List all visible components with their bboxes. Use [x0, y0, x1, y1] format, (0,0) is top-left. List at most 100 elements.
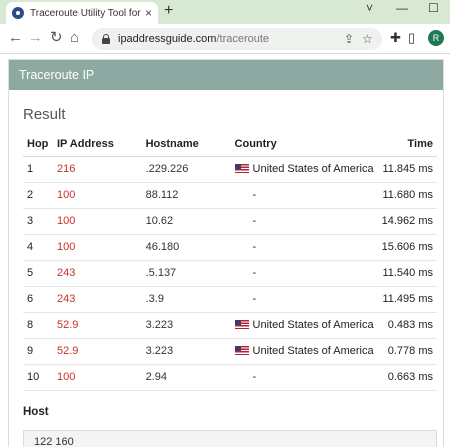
- ip-address-cell[interactable]: 52.9: [52, 338, 142, 365]
- country-label: -: [252, 189, 257, 201]
- country-cell: -: [230, 234, 378, 261]
- time-cell: 11.680 ms: [377, 182, 437, 209]
- hostname-cell: 3.223: [141, 312, 231, 339]
- country-label: United States of America: [252, 319, 374, 331]
- ip-address-cell[interactable]: 100: [52, 364, 142, 391]
- lock-icon[interactable]: [102, 34, 110, 44]
- home-icon[interactable]: ⌂: [70, 30, 79, 46]
- column-header-country: Country: [230, 132, 378, 157]
- tab-close-icon[interactable]: ×: [145, 7, 152, 19]
- table-header-row: Hop IP Address Hostname Country Time: [23, 132, 437, 157]
- country-cell: United States of America: [230, 156, 378, 183]
- country-cell: -: [230, 286, 378, 313]
- time-cell: 0.778 ms: [377, 338, 437, 365]
- hop-cell: 3: [23, 208, 53, 235]
- country-cell: -: [230, 208, 378, 235]
- tab-search-icon[interactable]: ˅: [366, 1, 373, 15]
- reload-icon[interactable]: ↻: [50, 30, 63, 46]
- us-flag-icon: [234, 320, 249, 329]
- host-field[interactable]: 122 160: [23, 430, 437, 447]
- table-row: 5 243.5.137 - 11.540 ms: [23, 260, 437, 287]
- time-cell: 14.962 ms: [377, 208, 437, 235]
- ip-address-cell[interactable]: 243: [52, 286, 142, 313]
- card-title: Traceroute IP: [9, 60, 443, 90]
- browser-tab[interactable]: Traceroute Utility Tool for IPv4 a ×: [6, 2, 158, 24]
- ip-address-cell[interactable]: 243: [52, 260, 142, 287]
- hop-cell: 10: [23, 364, 53, 391]
- country-label: -: [252, 215, 257, 227]
- hostname-cell: 10.62: [141, 208, 231, 235]
- bookmark-star-icon[interactable]: ☆: [362, 32, 373, 46]
- country-label: -: [252, 293, 257, 305]
- extensions-icon[interactable]: ✚: [390, 30, 401, 46]
- hop-cell: 6: [23, 286, 53, 313]
- country-cell: -: [230, 364, 378, 391]
- country-cell: United States of America: [230, 312, 378, 339]
- profile-avatar[interactable]: R: [428, 30, 444, 46]
- hostname-cell: .3.9: [141, 286, 231, 313]
- tab-strip: Traceroute Utility Tool for IPv4 a × + ˅…: [0, 0, 450, 24]
- country-cell: United States of America: [230, 338, 378, 365]
- us-flag-icon: [234, 346, 249, 355]
- table-row: 6 243.3.9 - 11.495 ms: [23, 286, 437, 313]
- time-cell: 0.483 ms: [377, 312, 437, 339]
- column-header-time: Time: [377, 132, 437, 157]
- browser-toolbar: ← → ↻ ⌂ ipaddressguide.com /traceroute ⇪…: [0, 24, 450, 54]
- country-cell: -: [230, 182, 378, 209]
- share-icon[interactable]: ⇪: [344, 32, 354, 46]
- country-label: United States of America: [252, 163, 374, 175]
- hop-cell: 8: [23, 312, 53, 339]
- page-content: Traceroute IP Result Hop IP Address Host…: [0, 55, 450, 447]
- ip-address-cell[interactable]: 216: [52, 156, 142, 183]
- table-row: 3 100 10.62 - 14.962 ms: [23, 208, 437, 235]
- table-row: 2 100 88.112 - 11.680 ms: [23, 182, 437, 209]
- side-panel-icon[interactable]: ▯: [408, 30, 415, 46]
- ip-address-cell[interactable]: 52.9: [52, 312, 142, 339]
- us-flag-icon: [234, 164, 249, 173]
- forward-icon[interactable]: →: [28, 30, 43, 46]
- hop-cell: 1: [23, 156, 53, 183]
- tab-title: Traceroute Utility Tool for IPv4 a: [30, 7, 141, 19]
- country-label: -: [252, 241, 257, 253]
- table-row: 4 100 46.180 - 15.606 ms: [23, 234, 437, 261]
- hostname-cell: .229.226: [141, 156, 231, 183]
- hop-cell: 9: [23, 338, 53, 365]
- back-icon[interactable]: ←: [8, 30, 23, 46]
- hostname-cell: 3.223: [141, 338, 231, 365]
- ip-address-cell[interactable]: 100: [52, 208, 142, 235]
- minimize-icon[interactable]: —: [396, 1, 408, 15]
- country-label: United States of America: [252, 345, 374, 357]
- table-row: 8 52.9 3.223 United States of America 0.483 …: [23, 312, 437, 339]
- time-cell: 0.663 ms: [377, 364, 437, 391]
- result-heading: Result: [23, 106, 66, 123]
- traceroute-table: Hop IP Address Hostname Country Time 1 21…: [23, 132, 437, 391]
- hop-cell: 5: [23, 260, 53, 287]
- url-path: /traceroute: [216, 33, 270, 45]
- time-cell: 11.845 ms: [377, 156, 437, 183]
- host-heading: Host: [23, 406, 49, 418]
- country-cell: -: [230, 260, 378, 287]
- time-cell: 15.606 ms: [377, 234, 437, 261]
- url-host: ipaddressguide.com: [118, 33, 217, 45]
- hostname-cell: 88.112: [141, 182, 231, 209]
- country-label: -: [252, 371, 257, 383]
- column-header-ip: IP Address: [52, 132, 142, 157]
- country-label: -: [252, 267, 257, 279]
- time-cell: 11.495 ms: [377, 286, 437, 313]
- new-tab-button[interactable]: +: [164, 2, 173, 20]
- maximize-icon[interactable]: ☐: [428, 1, 439, 15]
- table-row: 9 52.9 3.223 United States of America 0.778 …: [23, 338, 437, 365]
- table-row: 10 100 2.94 - 0.663 ms: [23, 364, 437, 391]
- column-header-hostname: Hostname: [141, 132, 231, 157]
- ip-address-cell[interactable]: 100: [52, 182, 142, 209]
- hostname-cell: 2.94: [141, 364, 231, 391]
- ip-address-cell[interactable]: 100: [52, 234, 142, 261]
- time-cell: 11.540 ms: [377, 260, 437, 287]
- column-header-hop: Hop: [23, 132, 53, 157]
- site-favicon-icon: [12, 7, 24, 19]
- hop-cell: 4: [23, 234, 53, 261]
- traceroute-card: Traceroute IP Result Hop IP Address Host…: [8, 59, 444, 447]
- address-bar[interactable]: ipaddressguide.com /traceroute ⇪ ☆: [92, 28, 382, 50]
- hostname-cell: .5.137: [141, 260, 231, 287]
- table-row: 1 216.229.226 United States of America 11.8…: [23, 156, 437, 183]
